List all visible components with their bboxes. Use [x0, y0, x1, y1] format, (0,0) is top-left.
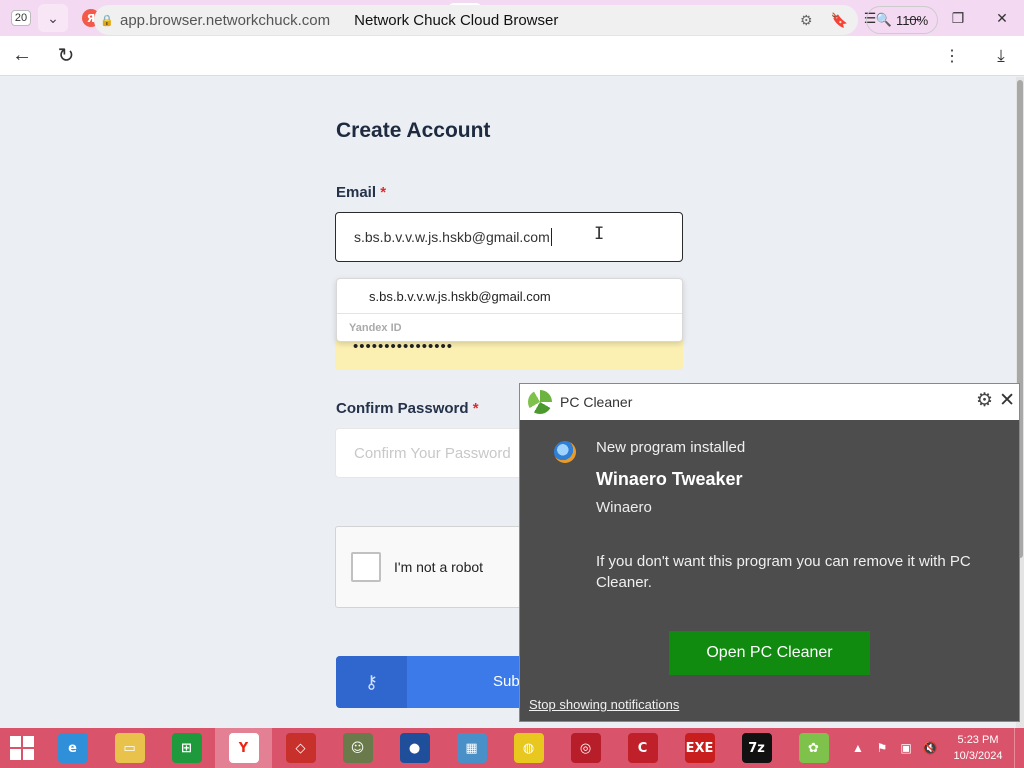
restore-button[interactable]: ❐	[936, 0, 980, 36]
recaptcha-label: I'm not a robot	[394, 559, 484, 575]
autofill-footer: Yandex ID	[337, 314, 682, 342]
file-explorer-icon: ▭	[114, 733, 145, 763]
notification-app-name: PC Cleaner	[560, 394, 633, 410]
program-icon	[554, 441, 576, 463]
person-icon: ☺	[342, 733, 373, 763]
taskbar-apps: e ▭ ⊞ Y ◇ ☺ ● ▦ ◍ ◎ C EXE 7z ✿	[44, 728, 842, 768]
taskbar-app[interactable]: ⊞	[158, 728, 215, 768]
clock[interactable]: 5:23 PM 10/3/2024	[942, 732, 1014, 764]
taskbar-app[interactable]: ☺	[329, 728, 386, 768]
download-icon[interactable]: ⤓	[986, 36, 1016, 76]
taskbar-app[interactable]: ◍	[500, 728, 557, 768]
required-mark: *	[472, 400, 479, 417]
pc-cleaner-icon: ✿	[798, 733, 829, 763]
taskbar-app[interactable]: C	[614, 728, 671, 768]
pc-cleaner-notification: PC Cleaner ⚙ ✕ New program installed Win…	[519, 383, 1020, 722]
form-title: Create Account	[336, 119, 491, 142]
tab-count: 20	[10, 10, 32, 26]
required-mark: *	[380, 184, 387, 201]
page-title: Network Chuck Cloud Browser	[354, 11, 559, 29]
yandex-browser-icon: Y	[228, 733, 259, 763]
clock-date: 10/3/2024	[953, 750, 1003, 762]
yandex-id-logo: Yandex ID	[349, 322, 402, 334]
ccleaner-icon: C	[627, 733, 658, 763]
text-caret	[550, 228, 552, 246]
show-desktop-button[interactable]	[1014, 728, 1024, 768]
store-icon: ⊞	[171, 733, 202, 763]
url-host: app.browser.networkchuck.com	[120, 11, 331, 29]
url-field[interactable]: 🔒 app.browser.networkchuck.com Network C…	[94, 5, 858, 35]
email-label-text: Email	[336, 184, 377, 201]
open-pc-cleaner-button[interactable]: Open PC Cleaner	[669, 631, 870, 675]
email-value: s.bs.b.v.v.w.js.hskb@gmail.com	[354, 229, 550, 245]
7zip-icon: 7z	[741, 733, 772, 763]
chevron-up-icon[interactable]: ▲	[846, 728, 870, 768]
autofill-dropdown: s.bs.b.v.v.w.js.hskb@gmail.com Yandex ID	[336, 278, 683, 342]
close-window-button[interactable]: ✕	[980, 0, 1024, 36]
volume-muted-icon[interactable]: 🔇	[918, 728, 942, 768]
chevron-down-icon[interactable]: ⌄	[38, 4, 68, 32]
ibeam-cursor-icon: I	[594, 224, 605, 244]
submit-label: Sub	[493, 673, 520, 690]
zoom-icon: 🔍	[875, 12, 892, 27]
program-publisher: Winaero	[596, 499, 652, 516]
program-name: Winaero Tweaker	[596, 469, 743, 489]
taskbar-app[interactable]: EXE	[671, 728, 728, 768]
system-tray: ▲ ⚑ ▣ 🔇 5:23 PM 10/3/2024	[846, 728, 1024, 768]
recaptcha-checkbox[interactable]	[351, 552, 381, 582]
email-field[interactable]: s.bs.b.v.v.w.js.hskb@gmail.com	[335, 212, 683, 262]
close-icon[interactable]: ✕	[999, 389, 1015, 412]
notification-header: PC Cleaner ⚙ ✕	[520, 384, 1019, 420]
bookmark-icon[interactable]: 🔖	[831, 12, 848, 29]
confirm-password-label: Confirm Password *	[336, 400, 479, 417]
zoom-level: 110%	[895, 12, 929, 28]
taskbar-app[interactable]: ▭	[101, 728, 158, 768]
taskbar-app[interactable]: 7z	[728, 728, 785, 768]
taskbar-app[interactable]: ✿	[785, 728, 842, 768]
notification-heading: New program installed	[596, 439, 746, 456]
internet-explorer-icon: e	[57, 733, 88, 763]
yellow-globe-icon: ◍	[513, 733, 544, 763]
lock-icon[interactable]: 🔒	[94, 5, 120, 35]
control-panel-icon: ▦	[456, 733, 487, 763]
more-options-icon[interactable]: ⋮	[940, 36, 964, 76]
opera-red-icon: ◎	[570, 733, 601, 763]
globe-icon: ●	[399, 733, 430, 763]
confirm-label-text: Confirm Password	[336, 400, 469, 417]
youtube-exe-icon: EXE	[684, 733, 715, 763]
autofill-suggestion-text: s.bs.b.v.v.w.js.hskb@gmail.com	[369, 288, 551, 304]
email-label: Email *	[336, 184, 386, 201]
taskbar-app[interactable]: ●	[386, 728, 443, 768]
network-icon[interactable]: ▣	[894, 728, 918, 768]
notification-message: If you don't want this program you can r…	[596, 553, 971, 591]
gear-icon[interactable]: ⚙	[976, 389, 993, 412]
key-icon: ⚷	[336, 656, 407, 708]
stop-notifications-link[interactable]: Stop showing notifications	[529, 697, 679, 712]
taskbar-app[interactable]: ◎	[557, 728, 614, 768]
taskbar-app[interactable]: Y	[215, 728, 272, 768]
clock-time: 5:23 PM	[957, 734, 999, 746]
back-button[interactable]: ←	[0, 36, 44, 76]
taskbar-app[interactable]: ◇	[272, 728, 329, 768]
reload-button[interactable]: ↻	[44, 36, 88, 76]
pc-cleaner-logo-icon	[528, 390, 552, 414]
translate-icon[interactable]: ⚙	[800, 12, 813, 29]
autofill-suggestion[interactable]: s.bs.b.v.v.w.js.hskb@gmail.com	[337, 279, 682, 314]
start-button[interactable]	[0, 728, 44, 768]
windows-logo-icon	[10, 736, 34, 760]
tab-counter-button[interactable]: 20	[6, 4, 36, 32]
taskbar: e ▭ ⊞ Y ◇ ☺ ● ▦ ◍ ◎ C EXE 7z ✿ ▲ ⚑ ▣ 🔇 5:23 PM 10/3/2…	[0, 728, 1024, 768]
taskbar-app[interactable]: e	[44, 728, 101, 768]
confirm-placeholder: Confirm Your Password	[354, 444, 511, 462]
red-boxes-icon: ◇	[285, 733, 316, 763]
zoom-button[interactable]: 🔍 110%	[866, 6, 938, 34]
flag-icon[interactable]: ⚑	[870, 728, 894, 768]
taskbar-app[interactable]: ▦	[443, 728, 500, 768]
address-bar: ← ↻	[0, 36, 1024, 76]
